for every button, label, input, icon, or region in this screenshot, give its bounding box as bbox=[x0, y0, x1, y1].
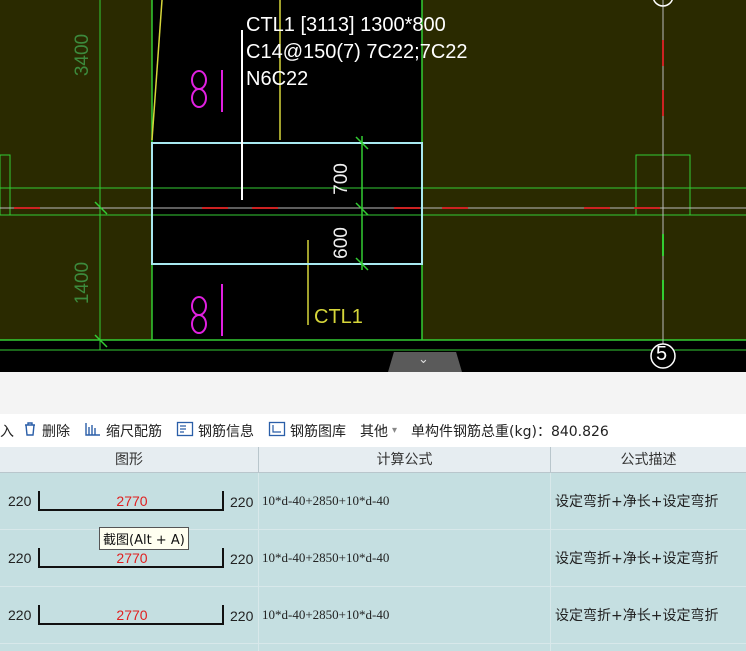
formula-cell[interactable]: 10*d-40+2850+10*d-40 bbox=[262, 550, 389, 566]
delete-label: 删除 bbox=[42, 423, 70, 440]
rebar-info-label: 钢筋信息 bbox=[198, 423, 254, 440]
rebar-info-icon bbox=[176, 421, 194, 441]
trash-icon bbox=[22, 421, 38, 441]
scale-rebar-label: 缩尺配筋 bbox=[106, 423, 162, 440]
right-bend-value: 220 bbox=[230, 551, 254, 567]
header-shape[interactable]: 图形 bbox=[0, 447, 259, 473]
scale-rebar-icon bbox=[84, 421, 102, 441]
beam-annotation: CTL1 [3113] 1300*800 C14@150(7) 7C22;7C2… bbox=[246, 12, 468, 93]
dimension-600: 600 bbox=[330, 227, 352, 259]
rebar-length: 2770 bbox=[116, 550, 148, 566]
table-row[interactable]: 220 2770 220 10*d-40+2850+10*d-40 设定弯折+净… bbox=[0, 473, 746, 530]
description-cell[interactable]: 设定弯折+净长+设定弯折 bbox=[555, 605, 718, 625]
header-formula[interactable]: 计算公式 bbox=[259, 447, 551, 473]
dimension-700: 700 bbox=[330, 163, 352, 195]
formula-cell[interactable]: 10*d-40+2850+10*d-40 bbox=[262, 607, 389, 623]
chevron-down-icon: ⌄ bbox=[418, 352, 429, 367]
panel-separator bbox=[0, 372, 746, 414]
scale-rebar-button[interactable]: 缩尺配筋 bbox=[84, 421, 162, 441]
screenshot-tooltip: 截图(Alt + A) bbox=[99, 527, 189, 550]
rebar-library-button[interactable]: 钢筋图库 bbox=[268, 421, 346, 441]
caret-down-icon: ▾ bbox=[392, 425, 398, 436]
ctl1-label: CTL1 bbox=[314, 306, 363, 328]
rebar-info-button[interactable]: 钢筋信息 bbox=[176, 421, 254, 441]
rebar-toolbar: 入 删除 缩尺配筋 钢筋信息 钢筋图库 其他 ▾ 单构件钢筋总重(kg)：840.… bbox=[0, 414, 746, 447]
rebar-length: 2770 bbox=[116, 607, 148, 623]
table-row[interactable]: 220 2770 220 10*d-40+2850+10*d-40 设定弯折+净… bbox=[0, 587, 746, 644]
cad-viewport[interactable]: CTL1 [3113] 1300*800 C14@150(7) 7C22;7C2… bbox=[0, 0, 746, 372]
dimension-1400: 1400 bbox=[72, 261, 94, 305]
formula-cell[interactable]: 10*d-40+2850+10*d-40 bbox=[262, 493, 389, 509]
collapse-panel-button[interactable]: ⌄ bbox=[388, 352, 462, 372]
description-cell[interactable]: 设定弯折+净长+设定弯折 bbox=[555, 548, 718, 568]
axis-marker-5: 5 bbox=[656, 343, 668, 365]
total-weight-label: 单构件钢筋总重(kg)：840.826 bbox=[411, 423, 609, 440]
partial-label: 入 bbox=[0, 423, 14, 440]
rebar-library-label: 钢筋图库 bbox=[290, 423, 346, 440]
right-bend-value: 220 bbox=[230, 608, 254, 624]
beam-annotation-line-2: C14@150(7) 7C22;7C22 bbox=[246, 41, 468, 63]
other-dropdown[interactable]: 其他 ▾ bbox=[360, 421, 397, 441]
right-bend-value: 220 bbox=[230, 494, 254, 510]
delete-button[interactable]: 删除 bbox=[22, 421, 70, 441]
rebar-library-icon bbox=[268, 421, 286, 441]
description-cell[interactable]: 设定弯折+净长+设定弯折 bbox=[555, 491, 718, 511]
total-weight-readout: 单构件钢筋总重(kg)：840.826 bbox=[411, 421, 609, 441]
rebar-length: 2770 bbox=[116, 493, 148, 509]
beam-annotation-line-3: N6C22 bbox=[246, 68, 309, 90]
other-label: 其他 bbox=[360, 423, 388, 440]
toolbar-partial-item[interactable]: 入 bbox=[0, 421, 14, 441]
dimension-3400: 3400 bbox=[72, 33, 94, 77]
header-description[interactable]: 公式描述 bbox=[551, 447, 746, 473]
beam-annotation-line-1: CTL1 [3113] 1300*800 bbox=[246, 14, 446, 36]
